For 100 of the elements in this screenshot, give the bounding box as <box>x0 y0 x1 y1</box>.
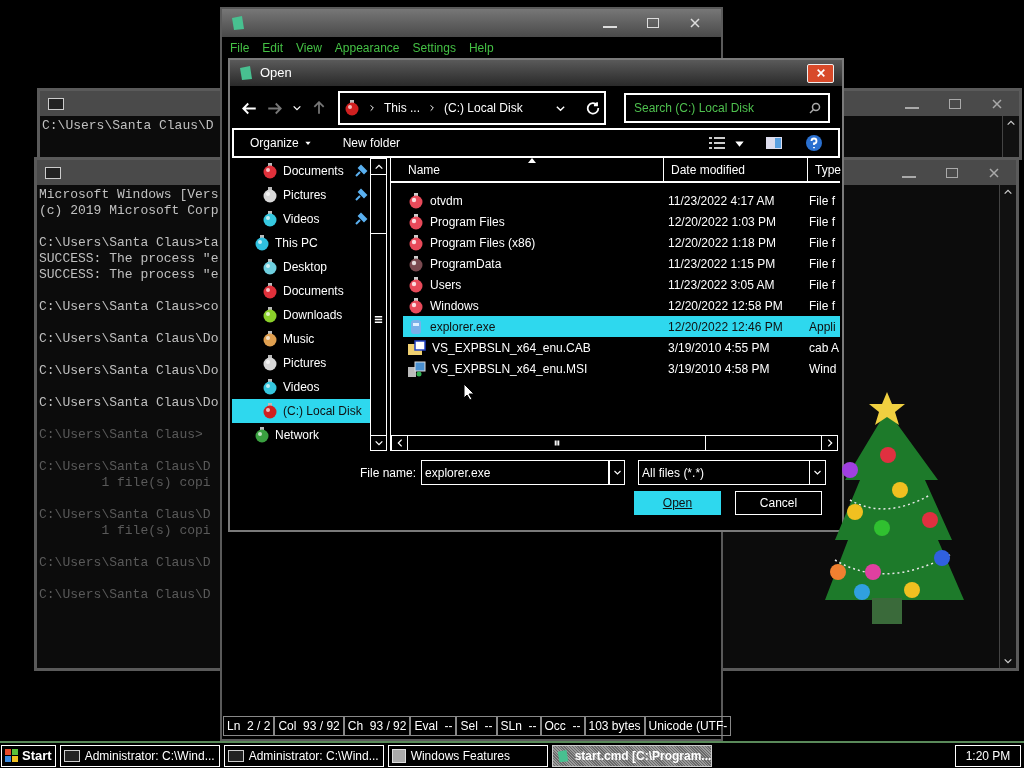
file-date: 11/23/2022 1:15 PM <box>667 255 777 273</box>
address-bar[interactable]: This ... (C:) Local Disk <box>338 91 606 125</box>
file-row[interactable]: explorer.exe 12/20/2022 12:46 PM Appli <box>403 316 840 337</box>
scroll-grip-icon <box>373 314 384 325</box>
refresh-icon[interactable] <box>586 101 600 115</box>
file-row[interactable]: Windows 12/20/2022 12:58 PM File f <box>403 295 840 316</box>
nav-item[interactable]: Network <box>232 423 370 447</box>
clock[interactable]: 1:20 PM <box>955 744 1021 767</box>
nav-item[interactable]: Documents <box>232 159 370 183</box>
status-cell: 103 bytes <box>584 716 645 736</box>
new-folder-button[interactable]: New folder <box>342 134 401 152</box>
window-icon <box>391 748 406 763</box>
close-icon[interactable] <box>991 97 1003 110</box>
scroll-up-icon[interactable] <box>1006 118 1016 128</box>
maximize-button[interactable] <box>946 167 958 178</box>
ornament-icon <box>262 331 278 347</box>
file-name: VS_EXPBSLN_x64_enu.CAB <box>432 339 591 357</box>
console-line: C:\Users\Santa Claus\Do <box>39 363 219 379</box>
help-icon[interactable] <box>806 135 822 151</box>
scrollbar[interactable] <box>999 185 1016 668</box>
forward-icon[interactable] <box>267 100 282 116</box>
file-row[interactable]: VS_EXPBSLN_x64_enu.CAB 3/19/2010 4:55 PM cab A <box>403 337 840 358</box>
file-name-field[interactable]: explorer.exe <box>421 460 610 485</box>
file-type: File f <box>808 297 835 315</box>
menu-item[interactable]: Help <box>468 39 494 57</box>
nav-item[interactable]: Videos <box>232 375 370 399</box>
scroll-down-icon[interactable] <box>373 438 384 448</box>
start-button[interactable]: Start <box>1 744 56 767</box>
breadcrumb[interactable]: This ... <box>384 99 420 117</box>
taskbar-button[interactable]: Administrator: C:\Wind... <box>59 744 220 767</box>
file-type: File f <box>808 234 835 252</box>
minimize-button[interactable] <box>905 106 919 109</box>
menu-item[interactable]: File <box>230 39 250 57</box>
menu-item[interactable]: Appearance <box>334 39 400 57</box>
nav-item[interactable]: Desktop <box>232 255 370 279</box>
scroll-down-icon[interactable] <box>1003 656 1013 666</box>
scroll-thumb[interactable] <box>371 174 386 234</box>
breadcrumb[interactable]: (C:) Local Disk <box>444 99 523 117</box>
dialog-button[interactable]: Open <box>634 491 721 515</box>
nav-label: Network <box>275 427 319 444</box>
nav-item[interactable]: Videos <box>232 207 370 231</box>
close-button[interactable] <box>807 63 834 83</box>
ornament-icon <box>344 100 360 116</box>
taskbar-button[interactable]: Administrator: C:\Wind... <box>223 744 384 767</box>
file-name: Program Files <box>430 213 505 231</box>
file-row[interactable]: otvdm 11/23/2022 4:17 AM File f <box>403 190 840 211</box>
close-icon[interactable] <box>988 166 1000 179</box>
file-type: File f <box>808 192 835 210</box>
view-caret-icon[interactable] <box>735 138 744 148</box>
nav-item[interactable]: This PC <box>232 231 370 255</box>
file-date: 12/20/2022 12:46 PM <box>667 318 784 336</box>
search-icon[interactable] <box>809 102 821 114</box>
column-header[interactable]: Date modified <box>664 158 808 181</box>
file-row[interactable]: Program Files 12/20/2022 1:03 PM File f <box>403 211 840 232</box>
file-type-select[interactable]: All files (*.*) <box>638 460 827 485</box>
scroll-up-icon[interactable] <box>1003 187 1013 197</box>
vertical-scrollbar[interactable] <box>370 158 387 451</box>
menu-item[interactable]: Settings <box>412 39 456 57</box>
nav-item[interactable]: Pictures <box>232 183 370 207</box>
nav-item[interactable]: Downloads <box>232 303 370 327</box>
nav-item[interactable]: (C:) Local Disk <box>232 399 370 423</box>
dialog-button[interactable]: Cancel <box>735 491 822 515</box>
nav-label: Music <box>283 331 315 348</box>
ornament-icon <box>408 234 424 251</box>
console-line: 1 file(s) copi <box>100 523 211 539</box>
console-line: C:\Users\Santa Claus\D <box>39 507 211 523</box>
column-header[interactable]: Type <box>808 158 841 181</box>
file-name: ProgramData <box>430 255 502 273</box>
horizontal-scrollbar[interactable] <box>391 435 838 451</box>
file-row[interactable]: Users 11/23/2022 3:05 AM File f <box>403 274 840 295</box>
menu-item[interactable]: View <box>296 39 322 57</box>
file-type: File f <box>808 276 835 294</box>
search-field[interactable]: Search (C:) Local Disk <box>624 93 830 123</box>
file-type: Wind <box>808 360 837 378</box>
scrollbar[interactable] <box>1002 116 1019 157</box>
maximize-button[interactable] <box>949 98 961 109</box>
menu-item[interactable]: Edit <box>262 39 284 57</box>
minimize-button[interactable] <box>902 175 916 178</box>
up-icon[interactable] <box>312 101 326 115</box>
nav-item[interactable]: Music <box>232 327 370 351</box>
nav-item[interactable]: Pictures <box>232 351 370 375</box>
nav-item[interactable]: Documents <box>232 279 370 303</box>
ornament-icon <box>262 211 278 227</box>
recent-caret-icon[interactable] <box>292 103 302 113</box>
file-row[interactable]: Program Files (x86) 12/20/2022 1:18 PM File f <box>403 232 840 253</box>
column-header[interactable]: Name <box>391 158 664 181</box>
taskbar-button[interactable]: Windows Features <box>387 744 548 767</box>
file-row[interactable]: ProgramData 11/23/2022 1:15 PM File f <box>403 253 840 274</box>
console-line: SUCCESS: The process "e <box>39 267 219 283</box>
taskbar-button[interactable]: start.cmd [C:\Program... <box>551 744 712 767</box>
nav-label: Downloads <box>283 307 343 324</box>
organize-button[interactable]: Organize <box>250 134 312 152</box>
file-name: explorer.exe <box>430 318 496 336</box>
window-title: Open <box>260 64 292 83</box>
dropdown-button[interactable] <box>609 460 626 485</box>
file-row[interactable]: VS_EXPBSLN_x64_enu.MSI 3/19/2010 4:58 PM Wind <box>403 358 840 379</box>
back-icon[interactable] <box>242 100 257 116</box>
ornament-icon <box>262 187 278 203</box>
view-list-icon[interactable] <box>709 136 725 150</box>
file-name: Windows <box>430 297 479 315</box>
